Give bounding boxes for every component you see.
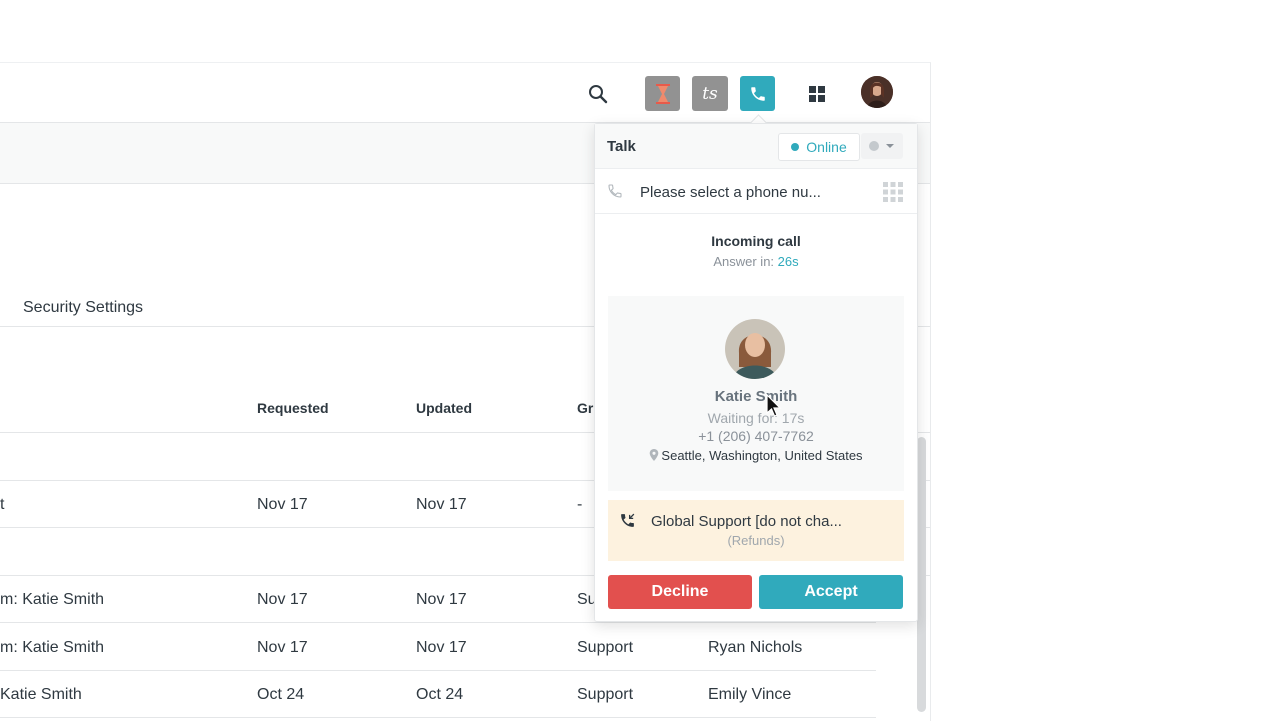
divider	[0, 717, 876, 718]
talk-popover: Talk Online Please select a phone nu... …	[594, 123, 918, 622]
status-selector[interactable]: Online	[778, 133, 860, 161]
caller-avatar	[725, 319, 785, 379]
caller-location: Seattle, Washington, United States	[608, 448, 904, 463]
answer-countdown: Answer in: 26s	[595, 254, 917, 269]
online-dot-icon	[791, 143, 800, 151]
phone-number-placeholder: Please select a phone nu...	[640, 184, 821, 201]
phone-icon[interactable]	[740, 76, 775, 111]
table-cell-subject[interactable]: m: Katie Smith	[0, 591, 104, 609]
search-icon[interactable]	[580, 76, 616, 112]
caller-name: Katie Smith	[714, 388, 798, 405]
ts-app-icon[interactable]: ts	[692, 76, 728, 111]
phone-number-selector[interactable]: Please select a phone nu...	[595, 169, 917, 214]
section-title: Security Settings	[23, 299, 144, 316]
caller-waiting: Waiting for: 17s	[707, 410, 805, 426]
table-cell-assignee: Emily Vince	[708, 686, 792, 703]
table-cell-requested: Nov 17	[257, 496, 308, 513]
hourglass-icon[interactable]	[645, 76, 680, 111]
table-cell-updated: Nov 17	[416, 496, 467, 513]
support-line-info: Global Support [do not cha... (Refunds)	[608, 500, 904, 561]
incoming-call-title: Incoming call	[711, 233, 801, 249]
decline-button[interactable]: Decline	[608, 575, 752, 609]
table-cell-group: -	[577, 496, 583, 513]
table-cell-subject[interactable]: t	[0, 496, 4, 514]
column-header-requested[interactable]: Requested	[257, 400, 329, 416]
ts-app-label: ts	[702, 83, 718, 104]
support-line-name: Global Support [do not cha...	[651, 513, 842, 530]
table-cell-updated: Oct 24	[416, 686, 464, 703]
answer-label: Answer in:	[713, 254, 775, 269]
table-cell-updated: Nov 17	[416, 591, 467, 608]
divider	[0, 670, 876, 671]
table-cell-group: Support	[577, 686, 634, 703]
support-line-subtitle: (Refunds)	[727, 533, 785, 548]
table-cell-subject[interactable]: m: Katie Smith	[0, 639, 104, 657]
caller-phone: +1 (206) 407-7762	[698, 428, 814, 444]
phone-outline-icon	[608, 184, 622, 198]
status-label: Online	[806, 139, 847, 155]
apps-grid-icon[interactable]	[799, 76, 835, 112]
column-header-group[interactable]: Gr	[577, 400, 593, 416]
table-cell-subject[interactable]: Katie Smith	[0, 686, 82, 704]
answer-time: 26s	[777, 254, 799, 269]
talk-title: Talk	[607, 138, 636, 155]
location-pin-icon	[650, 449, 659, 461]
talk-header: Talk Online	[595, 124, 917, 169]
table-cell-assignee: Ryan Nichols	[708, 639, 803, 656]
top-bar: ts	[0, 63, 930, 123]
scrollbar[interactable]	[917, 437, 926, 712]
mouse-cursor-icon	[766, 394, 782, 417]
keypad-icon[interactable]	[882, 181, 904, 203]
incoming-call-icon	[621, 513, 635, 527]
user-avatar[interactable]	[861, 76, 893, 108]
table-cell-group: Support	[577, 639, 634, 656]
table-cell-requested: Oct 24	[257, 686, 305, 703]
globe-dropdown-icon	[869, 141, 894, 151]
caller-location-text: Seattle, Washington, United States	[661, 448, 863, 463]
column-header-updated[interactable]: Updated	[416, 400, 472, 416]
table-cell-requested: Nov 17	[257, 591, 308, 608]
caller-card: Katie Smith Waiting for: 17s +1 (206) 40…	[608, 296, 904, 491]
table-cell-updated: Nov 17	[416, 639, 467, 656]
table-cell-requested: Nov 17	[257, 639, 308, 656]
status-dropdown[interactable]	[861, 133, 903, 159]
divider	[0, 622, 876, 623]
accept-button[interactable]: Accept	[759, 575, 903, 609]
